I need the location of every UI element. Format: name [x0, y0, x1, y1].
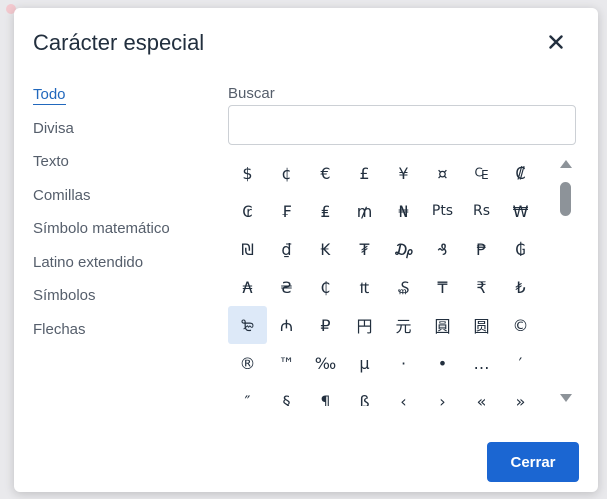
character-cell[interactable]: ₼	[267, 306, 306, 344]
character-cell[interactable]: ₦	[384, 192, 423, 230]
character-cell[interactable]: ›	[423, 382, 462, 407]
character-cell[interactable]: ₵	[306, 268, 345, 306]
character-grid-scrollbar[interactable]	[557, 160, 573, 402]
character-cell[interactable]: ₳	[228, 268, 267, 306]
character-cell[interactable]: 圓	[423, 306, 462, 344]
character-cell[interactable]: …	[462, 344, 501, 382]
character-cell[interactable]: Rs	[462, 192, 501, 230]
character-cell[interactable]: µ	[345, 344, 384, 382]
character-cell[interactable]: ₭	[306, 230, 345, 268]
scroll-up-arrow-icon[interactable]	[560, 160, 572, 168]
character-cell[interactable]: ″	[228, 382, 267, 407]
character-cell[interactable]: ₶	[345, 268, 384, 306]
character-cell[interactable]: »	[501, 382, 540, 407]
character-cell[interactable]: ¥	[384, 154, 423, 192]
character-cell[interactable]: $	[228, 154, 267, 192]
search-input[interactable]	[228, 105, 576, 145]
nav-item-latino-extendido[interactable]: Latino extendido	[33, 252, 213, 286]
character-cell[interactable]: ¤	[423, 154, 462, 192]
character-cell[interactable]: «	[462, 382, 501, 407]
nav-item-label: Todo	[33, 86, 66, 105]
character-cell[interactable]: ‹	[384, 382, 423, 407]
nav-item-label: Símbolos	[33, 287, 96, 304]
nav-item-label: Divisa	[33, 119, 74, 137]
character-cell[interactable]: £	[345, 154, 384, 192]
character-cell[interactable]: ™	[267, 344, 306, 382]
character-cell[interactable]: ₹	[462, 268, 501, 306]
character-cell[interactable]: 円	[345, 306, 384, 344]
nav-item-texto[interactable]: Texto	[33, 151, 213, 185]
character-cell[interactable]: 元	[384, 306, 423, 344]
character-cell[interactable]: ₤	[306, 192, 345, 230]
character-cell[interactable]: ₰	[423, 230, 462, 268]
nav-item-todo[interactable]: Todo	[33, 84, 213, 118]
dialog-title: Carácter especial	[33, 30, 205, 55]
character-cell[interactable]: ₢	[228, 192, 267, 230]
close-dialog-button[interactable]: Cerrar	[487, 442, 579, 482]
nav-item-label: Comillas	[33, 186, 91, 204]
character-grid: $ ¢ € £ ¥ ¤ ₠ ₡ ₢ ₣ ₤ ₥ ₦ Pts Rs ₩ ₪ ₫ ₭ ₮ ₯ ₰ ₱ ₲ ₳ ₴ ₵ ₶ ₷ ₸ ₹ ₺ ₻ ₼ ₽ 円元…	[228, 154, 552, 406]
character-cell[interactable]: ₻	[228, 306, 267, 344]
character-cell[interactable]: ©	[501, 306, 540, 344]
character-cell[interactable]: §	[267, 382, 306, 407]
character-cell[interactable]: ®	[228, 344, 267, 382]
character-cell[interactable]: ·	[384, 344, 423, 382]
nav-item-flechas[interactable]: Flechas	[33, 319, 213, 353]
close-icon	[549, 34, 563, 54]
character-cell[interactable]: ₠	[462, 154, 501, 192]
character-cell[interactable]: ₴	[267, 268, 306, 306]
character-cell[interactable]: ₮	[345, 230, 384, 268]
character-cell[interactable]: ₸	[423, 268, 462, 306]
character-cell[interactable]: ₪	[228, 230, 267, 268]
search-label: Buscar	[228, 85, 275, 102]
character-cell[interactable]: ₥	[345, 192, 384, 230]
nav-item-label: Texto	[33, 153, 69, 170]
nav-item-label: Flechas	[33, 320, 86, 338]
scroll-down-arrow-icon[interactable]	[560, 394, 572, 402]
character-cell[interactable]: •	[423, 344, 462, 382]
nav-item-label: Latino extendido	[33, 253, 144, 271]
character-cell[interactable]: ¢	[267, 154, 306, 192]
nav-item-simbolo-matematico[interactable]: Símbolo matemático	[33, 218, 213, 252]
nav-item-label: Símbolo matemático	[33, 220, 170, 237]
nav-item-divisa[interactable]: Divisa	[33, 118, 213, 152]
scrollbar-thumb[interactable]	[560, 182, 571, 216]
character-cell[interactable]: ′	[501, 344, 540, 382]
close-button[interactable]	[542, 30, 570, 58]
character-cell[interactable]: ₯	[384, 230, 423, 268]
character-cell[interactable]: 圆	[462, 306, 501, 344]
character-cell[interactable]: ₲	[501, 230, 540, 268]
nav-item-simbolos[interactable]: Símbolos	[33, 285, 213, 319]
character-cell[interactable]: ß	[345, 382, 384, 407]
special-character-dialog: Carácter especial Todo Divisa Texto Comi…	[14, 8, 598, 492]
nav-item-comillas[interactable]: Comillas	[33, 185, 213, 219]
character-cell[interactable]: ₺	[501, 268, 540, 306]
character-grid-viewport: $ ¢ € £ ¥ ¤ ₠ ₡ ₢ ₣ ₤ ₥ ₦ Pts Rs ₩ ₪ ₫ ₭ ₮ ₯ ₰ ₱ ₲ ₳ ₴ ₵ ₶ ₷ ₸ ₹ ₺ ₻ ₼ ₽ 円元…	[228, 154, 552, 406]
character-cell[interactable]: ₣	[267, 192, 306, 230]
character-cell[interactable]: ₩	[501, 192, 540, 230]
character-cell[interactable]: ¶	[306, 382, 345, 407]
character-cell[interactable]: ‰	[306, 344, 345, 382]
character-cell[interactable]: ₱	[462, 230, 501, 268]
character-cell[interactable]: ₫	[267, 230, 306, 268]
character-cell[interactable]: €	[306, 154, 345, 192]
character-cell[interactable]: ₽	[306, 306, 345, 344]
character-cell[interactable]: ₡	[501, 154, 540, 192]
category-nav: Todo Divisa Texto Comillas Símbolo matem…	[33, 84, 213, 352]
character-cell[interactable]: Pts	[423, 192, 462, 230]
character-cell[interactable]: ₷	[384, 268, 423, 306]
